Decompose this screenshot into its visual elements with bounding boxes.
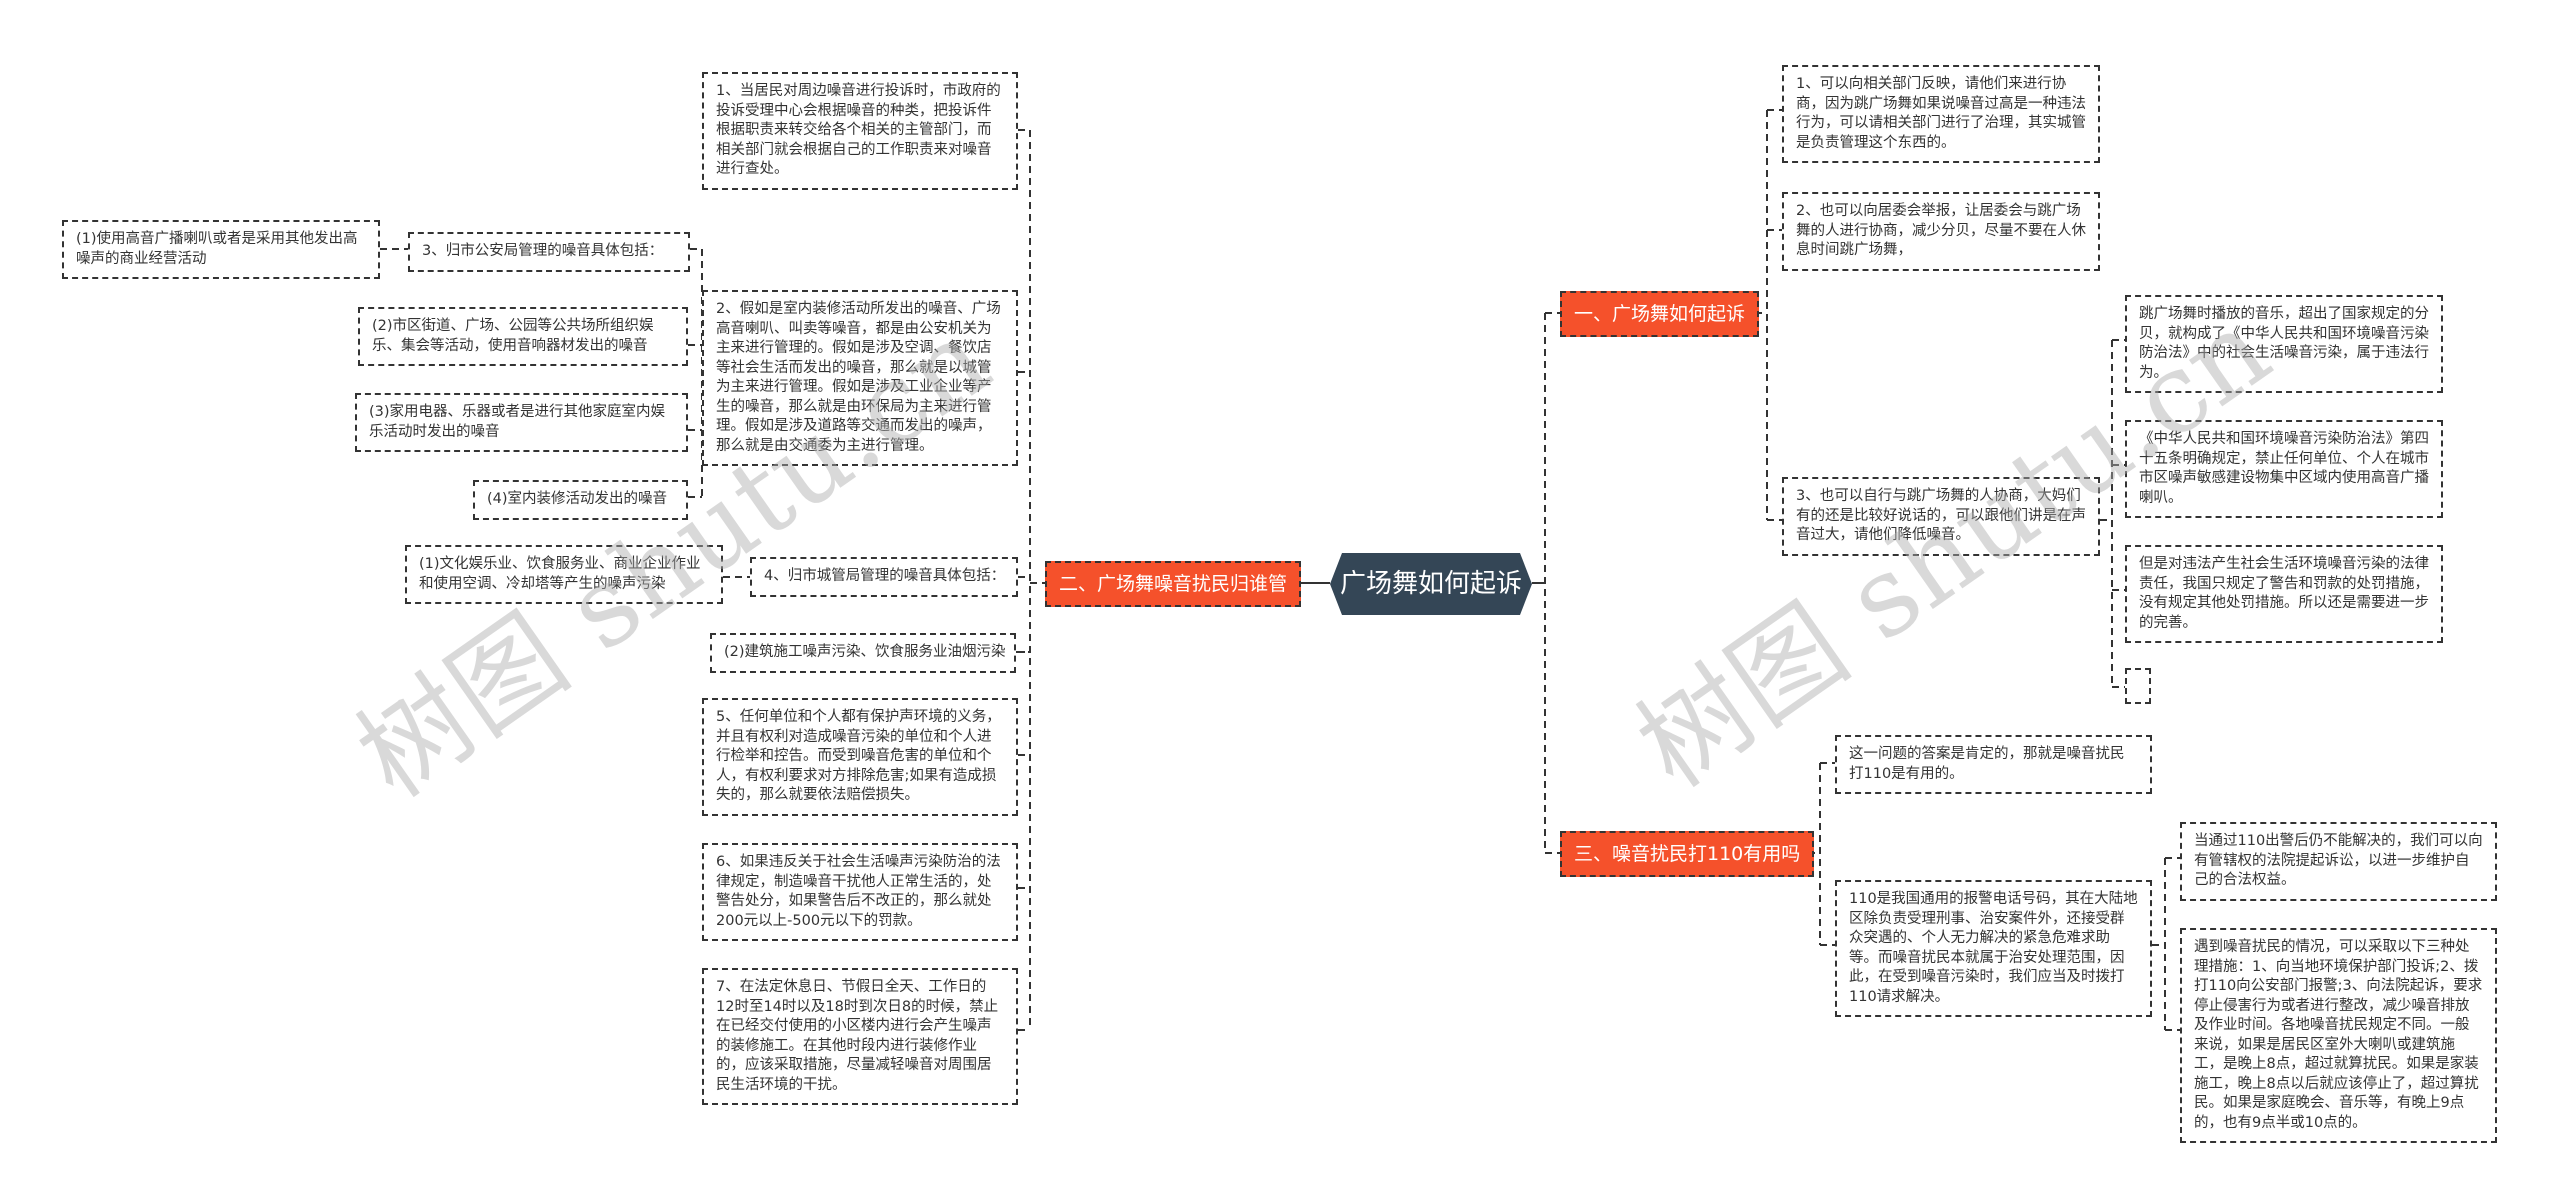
- police-sub-2[interactable]: (2)市区街道、广场、公园等公共场所组织娱乐、集会等活动，使用音响器材发出的噪音: [358, 307, 688, 366]
- police-sub-1[interactable]: (1)使用高音广播喇叭或者是采用其他发出高噪声的商业经营活动: [62, 220, 380, 279]
- node-text: 2、也可以向居委会举报，让居委会与跳广场舞的人进行协商，减少分贝，尽量不要在人休…: [1796, 203, 2086, 258]
- b2-item-7[interactable]: 7、在法定休息日、节假日全天、工作日的12时至14时以及18时到次日8的时候，禁…: [702, 968, 1018, 1105]
- node-text: 遇到噪音扰民的情况，可以采取以下三种处理措施：1、向当地环境保护部门投诉;2、拨…: [2194, 939, 2483, 1131]
- node-text: (1)使用高音广播喇叭或者是采用其他发出高噪声的商业经营活动: [76, 231, 358, 267]
- node-text: 这一问题的答案是肯定的，那就是噪音扰民打110是有用的。: [1849, 746, 2125, 782]
- node-text: 7、在法定休息日、节假日全天、工作日的12时至14时以及18时到次日8的时候，禁…: [716, 979, 999, 1093]
- node-text: (2)市区街道、广场、公园等公共场所组织娱乐、集会等活动，使用音响器材发出的噪音: [372, 318, 654, 354]
- node-text: 4、归市城管局管理的噪音具体包括：: [764, 568, 1006, 584]
- branch-call-110[interactable]: 三、噪音扰民打110有用吗: [1560, 831, 1815, 877]
- node-text: (1)文化娱乐业、饮食服务业、商业企业作业和使用空调、冷却塔等产生的噪声污染: [419, 556, 701, 592]
- central-topic[interactable]: 广场舞如何起诉: [1330, 553, 1532, 615]
- node-text: 3、也可以自行与跳广场舞的人协商，大妈们有的还是比较好说话的，可以跟他们讲是在声…: [1796, 488, 2086, 543]
- b1-sub-article-45[interactable]: 《中华人民共和国环境噪音污染防治法》第四十五条明确规定，禁止任何单位、个人在城市…: [2125, 420, 2443, 518]
- branch-how-to-sue[interactable]: 一、广场舞如何起诉: [1560, 291, 1760, 337]
- police-sub-4[interactable]: (4)室内装修活动发出的噪音: [473, 480, 688, 520]
- b1-item-3[interactable]: 3、也可以自行与跳广场舞的人协商，大妈们有的还是比较好说话的，可以跟他们讲是在声…: [1782, 477, 2100, 556]
- b3-sub-measures[interactable]: 遇到噪音扰民的情况，可以采取以下三种处理措施：1、向当地环境保护部门投诉;2、拨…: [2180, 928, 2497, 1143]
- b1-item-2[interactable]: 2、也可以向居委会举报，让居委会与跳广场舞的人进行协商，减少分贝，尽量不要在人休…: [1782, 192, 2100, 271]
- b3-item-110-explain[interactable]: 110是我国通用的报警电话号码，其在大陆地区除负责受理刑事、治安案件外，还接受群…: [1835, 880, 2152, 1017]
- branch-label: 一、广场舞如何起诉: [1574, 303, 1746, 325]
- node-text: 但是对违法产生社会生活环境噪音污染的法律责任，我国只规定了警告和罚款的处罚措施，…: [2139, 556, 2429, 631]
- node-text: 5、任何单位和个人都有保护声环境的义务，并且有权利对造成噪音污染的单位和个人进行…: [716, 709, 1001, 803]
- urban-sub-1[interactable]: (1)文化娱乐业、饮食服务业、商业企业作业和使用空调、冷却塔等产生的噪声污染: [405, 545, 723, 604]
- node-text: (2)建筑施工噪声污染、饮食服务业油烟污染: [724, 644, 1006, 660]
- branch-who-manages[interactable]: 二、广场舞噪音扰民归谁管: [1045, 561, 1302, 607]
- node-text: 1、可以向相关部门反映，请他们来进行协商，因为跳广场舞如果说噪音过高是一种违法行…: [1796, 76, 2086, 151]
- node-text: (4)室内装修活动发出的噪音: [487, 491, 668, 507]
- node-text: (3)家用电器、乐器或者是进行其他家庭室内娱乐活动时发出的噪音: [369, 404, 666, 440]
- b1-sub-law-violation[interactable]: 跳广场舞时播放的音乐，超出了国家规定的分贝，就构成了《中华人民共和国环境噪音污染…: [2125, 295, 2443, 393]
- b3-item-answer[interactable]: 这一问题的答案是肯定的，那就是噪音扰民打110是有用的。: [1835, 735, 2152, 794]
- b3-sub-court[interactable]: 当通过110出警后仍不能解决的，我们可以向有管辖权的法院提起诉讼，以进一步维护自…: [2180, 822, 2497, 901]
- node-text: 1、当居民对周边噪音进行投诉时，市政府的投诉受理中心会根据噪音的种类，把投诉件根…: [716, 83, 1001, 177]
- node-text: 3、归市公安局管理的噪音具体包括：: [422, 243, 664, 259]
- node-text: 《中华人民共和国环境噪音污染防治法》第四十五条明确规定，禁止任何单位、个人在城市…: [2139, 431, 2429, 506]
- node-text: 2、假如是室内装修活动所发出的噪音、广场高音喇叭、叫卖等噪音，都是由公安机关为主…: [716, 301, 1001, 454]
- b1-item-1[interactable]: 1、可以向相关部门反映，请他们来进行协商，因为跳广场舞如果说噪音过高是一种违法行…: [1782, 65, 2100, 163]
- b1-sub-empty-node[interactable]: [2125, 668, 2151, 704]
- b2-item-1[interactable]: 1、当居民对周边噪音进行投诉时，市政府的投诉受理中心会根据噪音的种类，把投诉件根…: [702, 72, 1018, 190]
- b2-item-6[interactable]: 6、如果违反关于社会生活噪声污染防治的法律规定，制造噪音干扰他人正常生活的，处警…: [702, 843, 1018, 941]
- node-text: 跳广场舞时播放的音乐，超出了国家规定的分贝，就构成了《中华人民共和国环境噪音污染…: [2139, 306, 2429, 381]
- b2-item-3-police[interactable]: 3、归市公安局管理的噪音具体包括：: [408, 232, 690, 272]
- branch-label: 二、广场舞噪音扰民归谁管: [1059, 573, 1288, 595]
- central-topic-label: 广场舞如何起诉: [1339, 569, 1522, 599]
- b2-item-2[interactable]: 2、假如是室内装修活动所发出的噪音、广场高音喇叭、叫卖等噪音，都是由公安机关为主…: [702, 290, 1018, 466]
- node-text: 6、如果违反关于社会生活噪声污染防治的法律规定，制造噪音干扰他人正常生活的，处警…: [716, 854, 1001, 929]
- police-sub-3[interactable]: (3)家用电器、乐器或者是进行其他家庭室内娱乐活动时发出的噪音: [355, 393, 688, 452]
- urban-sub-2[interactable]: (2)建筑施工噪声污染、饮食服务业油烟污染: [710, 633, 1016, 673]
- node-text: 110是我国通用的报警电话号码，其在大陆地区除负责受理刑事、治安案件外，还接受群…: [1849, 891, 2138, 1005]
- branch-label: 三、噪音扰民打110有用吗: [1574, 843, 1801, 865]
- b2-item-5[interactable]: 5、任何单位和个人都有保护声环境的义务，并且有权利对造成噪音污染的单位和个人进行…: [702, 698, 1018, 816]
- b1-sub-legal-liability[interactable]: 但是对违法产生社会生活环境噪音污染的法律责任，我国只规定了警告和罚款的处罚措施，…: [2125, 545, 2443, 643]
- b2-item-4-urban[interactable]: 4、归市城管局管理的噪音具体包括：: [750, 557, 1018, 597]
- node-text: 当通过110出警后仍不能解决的，我们可以向有管辖权的法院提起诉讼，以进一步维护自…: [2194, 833, 2483, 888]
